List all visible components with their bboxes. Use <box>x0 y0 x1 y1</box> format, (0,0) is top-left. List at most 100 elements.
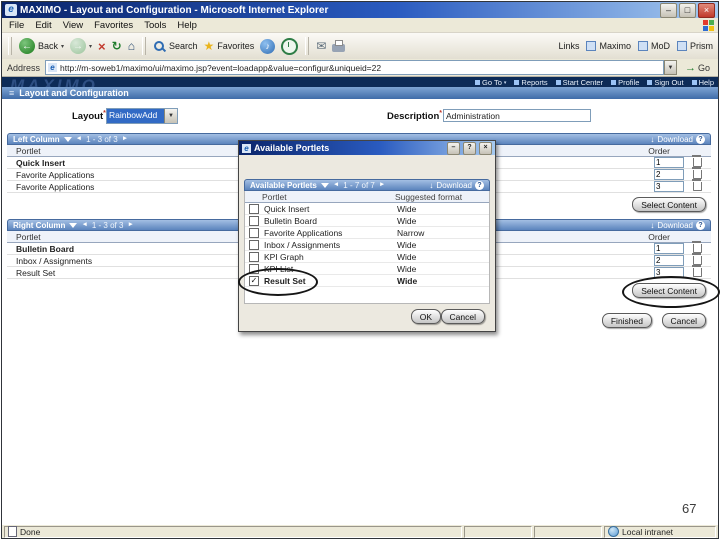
status-zone-pane: Local intranet <box>604 525 716 538</box>
checkbox[interactable] <box>249 215 259 226</box>
back-dropdown-icon[interactable]: ▾ <box>61 43 64 50</box>
order-input[interactable] <box>654 181 684 192</box>
back-button[interactable]: ← Back ▾ <box>19 38 64 54</box>
trash-icon[interactable] <box>692 265 702 277</box>
table-row: Quick Insert Wide <box>245 203 489 215</box>
menu-tools[interactable]: Tools <box>144 20 166 31</box>
close-button[interactable]: × <box>698 2 715 18</box>
trash-icon[interactable] <box>692 241 702 253</box>
nav-help[interactable]: Help <box>691 78 714 87</box>
link-maximo[interactable]: Maximo <box>586 41 631 51</box>
pager-prev-icon[interactable]: ◄ <box>333 181 339 189</box>
address-input[interactable]: e http://m-soweb1/maximo/ui/maximo.jsp?e… <box>45 60 664 75</box>
nav-sign-out[interactable]: Sign Out <box>647 78 684 87</box>
nav-reports[interactable]: Reports <box>514 78 548 87</box>
download-link[interactable]: Download <box>657 221 693 230</box>
dialog-cancel-button[interactable]: Cancel <box>440 309 485 324</box>
nav-profile[interactable]: Profile <box>611 78 639 87</box>
home-button[interactable]: ⌂ <box>128 39 135 53</box>
menu-view[interactable]: View <box>63 20 83 31</box>
nav-goto[interactable]: Go To ▾ <box>475 78 506 87</box>
dialog-ok-button[interactable]: OK <box>410 309 441 324</box>
dialog-minimize-button[interactable]: – <box>447 141 460 155</box>
pager-prev-icon[interactable]: ◄ <box>81 221 87 229</box>
dialog-header-tools: ↓ Download ? <box>429 180 484 190</box>
forward-button[interactable]: → ▾ <box>70 38 92 54</box>
checkbox[interactable] <box>249 203 259 214</box>
search-button[interactable]: Search <box>153 40 197 53</box>
maximize-button[interactable]: □ <box>679 2 696 18</box>
download-link[interactable]: Download <box>436 181 472 190</box>
download-link[interactable]: Download <box>657 135 693 144</box>
media-button[interactable]: ♪ <box>260 38 276 54</box>
download-icon[interactable]: ↓ <box>650 221 654 230</box>
order-input[interactable] <box>654 267 684 278</box>
checkbox[interactable] <box>249 263 259 274</box>
checkbox[interactable] <box>249 239 259 250</box>
pager-next-icon[interactable]: ► <box>127 221 133 229</box>
forward-dropdown-icon[interactable]: ▾ <box>89 43 92 50</box>
order-input[interactable] <box>654 243 684 254</box>
address-label: Address <box>7 62 41 73</box>
download-icon[interactable]: ↓ <box>650 135 654 144</box>
app-menu-icon[interactable]: ≡ <box>9 88 14 98</box>
go-button[interactable]: → Go <box>682 62 713 74</box>
trash-icon[interactable] <box>692 253 702 265</box>
order-input[interactable] <box>654 169 684 180</box>
dialog-column-headers: Portlet Suggested format <box>245 191 489 203</box>
nav-reports-label: Reports <box>521 78 548 87</box>
left-select-content-button[interactable]: Select Content <box>632 197 706 212</box>
checkbox[interactable]: ✓ <box>249 275 259 286</box>
dialog-close-button[interactable]: × <box>479 141 492 155</box>
pager-next-icon[interactable]: ► <box>122 135 128 143</box>
dialog-section-title: Available Portlets <box>250 180 317 190</box>
trash-icon[interactable] <box>692 179 702 191</box>
menu-file[interactable]: File <box>9 20 24 31</box>
help-icon[interactable]: ? <box>696 134 705 144</box>
description-field[interactable] <box>443 109 591 122</box>
print-button[interactable] <box>332 39 346 52</box>
toolbar-grip[interactable] <box>305 37 310 55</box>
refresh-button[interactable]: ↻ <box>112 39 122 53</box>
portlet-name: Result Set <box>16 267 56 278</box>
link-prism[interactable]: Prism <box>677 41 713 51</box>
minimize-button[interactable]: – <box>660 2 677 18</box>
finished-button[interactable]: Finished <box>601 313 652 328</box>
address-dropdown-icon[interactable]: ▼ <box>663 60 677 75</box>
pager-next-icon[interactable]: ► <box>379 181 385 189</box>
filter-icon[interactable] <box>63 136 72 142</box>
help-icon[interactable]: ? <box>475 180 484 190</box>
favorites-button[interactable]: ★ Favorites <box>203 39 254 53</box>
right-select-content-button[interactable]: Select Content <box>632 283 706 298</box>
layout-select-arrow-icon[interactable]: ▼ <box>164 109 177 123</box>
help-icon[interactable]: ? <box>696 220 705 230</box>
mail-button[interactable]: ✉ <box>316 39 326 53</box>
refresh-icon: ↻ <box>111 39 122 53</box>
status-main-pane: Done <box>4 525 462 538</box>
menu-help[interactable]: Help <box>177 20 197 31</box>
search-icon <box>153 40 166 53</box>
dialog-help-button[interactable]: ? <box>463 141 476 155</box>
order-input[interactable] <box>654 255 684 266</box>
trash-icon[interactable] <box>692 167 702 179</box>
menu-favorites[interactable]: Favorites <box>94 20 133 31</box>
nav-start-center[interactable]: Start Center <box>555 78 603 87</box>
page-cancel-button[interactable]: Cancel <box>661 313 706 328</box>
toolbar-grip[interactable] <box>8 37 12 55</box>
checkbox[interactable] <box>249 227 259 238</box>
filter-icon[interactable] <box>320 182 329 188</box>
order-input[interactable] <box>654 157 684 168</box>
links-label: Links <box>558 41 580 51</box>
download-icon[interactable]: ↓ <box>429 181 433 190</box>
window-buttons: – □ × <box>660 2 715 18</box>
link-mod[interactable]: MoD <box>637 41 670 51</box>
toolbar-grip[interactable] <box>141 37 146 55</box>
filter-icon[interactable] <box>69 222 78 228</box>
history-button[interactable] <box>281 37 299 55</box>
pager-prev-icon[interactable]: ◄ <box>76 135 82 143</box>
layout-select[interactable]: RainbowAdd ▼ <box>106 108 178 124</box>
trash-icon[interactable] <box>692 155 702 167</box>
menu-edit[interactable]: Edit <box>35 20 51 31</box>
stop-button[interactable]: × <box>98 39 106 54</box>
checkbox[interactable] <box>249 251 259 262</box>
